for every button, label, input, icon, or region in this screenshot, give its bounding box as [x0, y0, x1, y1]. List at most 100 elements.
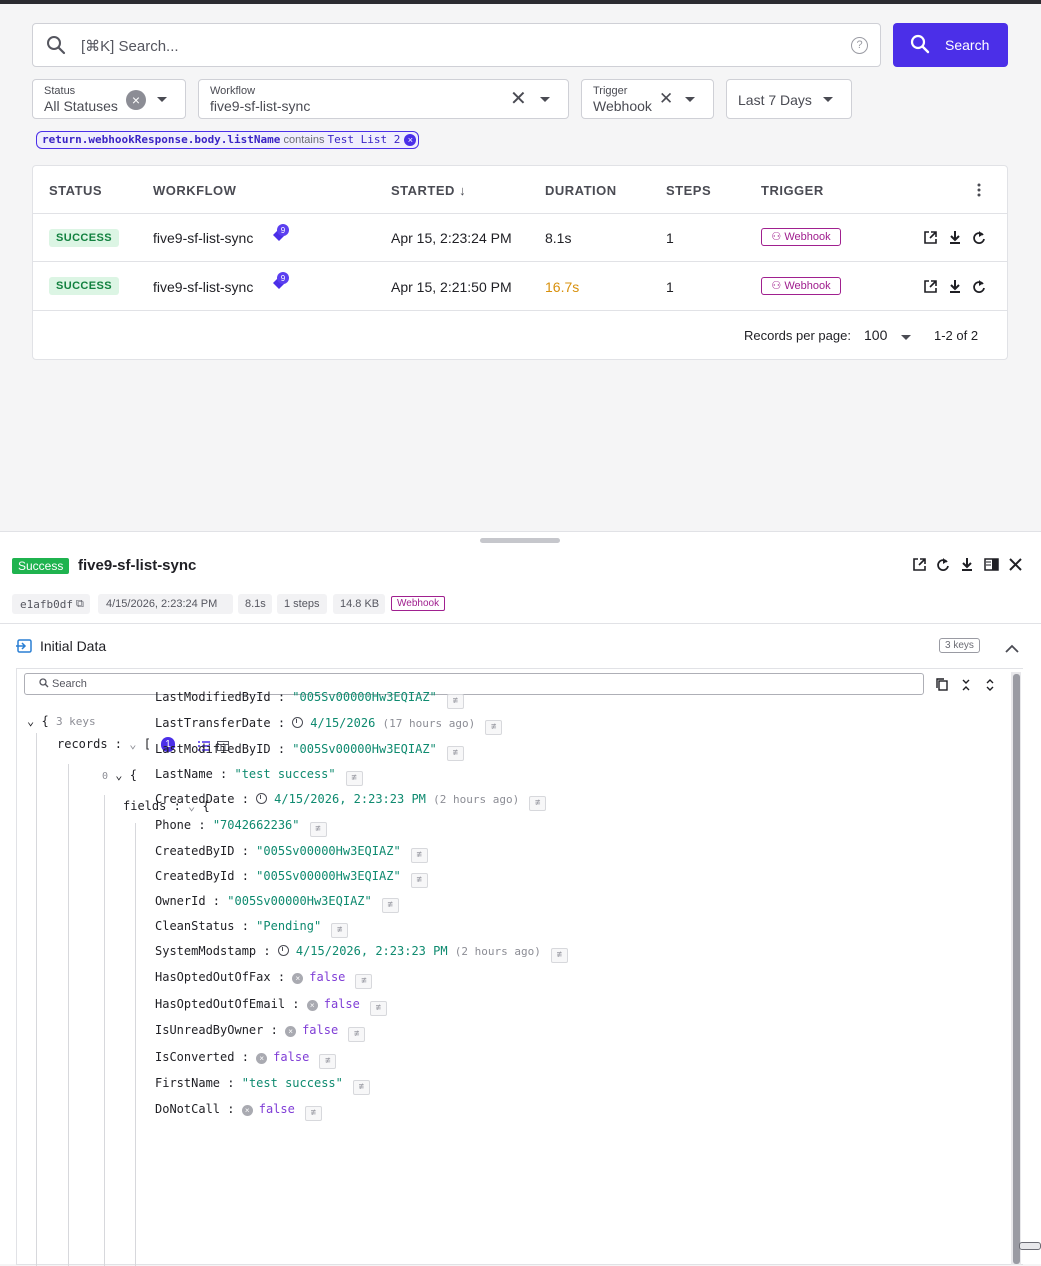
- type-toggle-icon[interactable]: ≢: [319, 1054, 337, 1069]
- chevron-down-icon[interactable]: [823, 97, 833, 102]
- resize-corner[interactable]: [1019, 1242, 1041, 1250]
- kebab-menu-icon[interactable]: [973, 182, 985, 203]
- resize-handle[interactable]: [480, 538, 560, 543]
- json-field-row[interactable]: LastModifiedById : "005Sv00000Hw3EQIAZ" ≢: [155, 690, 464, 709]
- clear-status-icon[interactable]: ×: [126, 90, 146, 110]
- chevron-down-icon[interactable]: [157, 97, 167, 102]
- search-input[interactable]: [⌘K] Search... ?: [32, 23, 881, 67]
- tree-node-index[interactable]: 0 ⌄ {: [102, 768, 137, 782]
- json-field-row[interactable]: CreatedDate : 4/15/2026, 2:23:23 PM (2 h…: [155, 792, 547, 811]
- per-page-select[interactable]: 100: [864, 327, 887, 343]
- section-title[interactable]: Initial Data: [40, 638, 106, 654]
- expand-all-icon[interactable]: [985, 678, 995, 696]
- json-field-row[interactable]: IsUnreadByOwner : × false ≢: [155, 1023, 366, 1042]
- type-toggle-icon[interactable]: ≢: [369, 1001, 387, 1016]
- open-external-icon[interactable]: [923, 279, 938, 299]
- download-icon[interactable]: [960, 557, 974, 577]
- status-filter[interactable]: Status All Statuses ×: [32, 79, 186, 119]
- json-key: LastModifiedByID: [155, 742, 271, 756]
- date-range-filter[interactable]: Last 7 Days: [726, 79, 852, 119]
- json-field-row[interactable]: HasOptedOutOfFax : × false ≢: [155, 970, 373, 989]
- chevron-down-icon[interactable]: [540, 97, 550, 102]
- replay-icon[interactable]: [972, 230, 986, 250]
- scrollbar-thumb[interactable]: [1013, 674, 1020, 1264]
- type-toggle-icon[interactable]: ≢: [550, 948, 568, 963]
- type-toggle-icon[interactable]: ≢: [410, 873, 428, 888]
- json-field-row[interactable]: IsConverted : × false ≢: [155, 1050, 337, 1069]
- replay-icon[interactable]: [936, 557, 950, 577]
- type-toggle-icon[interactable]: ≢: [529, 796, 547, 811]
- remove-filter-icon[interactable]: ×: [404, 134, 417, 146]
- tag-icon[interactable]: 9: [271, 224, 291, 249]
- json-field-row[interactable]: OwnerId : "005Sv00000Hw3EQIAZ" ≢: [155, 894, 399, 913]
- trigger-filter-label: Trigger: [593, 85, 628, 97]
- type-toggle-icon[interactable]: ≢: [331, 923, 349, 938]
- column-header-status[interactable]: STATUS: [49, 183, 102, 198]
- json-field-row[interactable]: Phone : "7042662236" ≢: [155, 818, 327, 837]
- workflow-filter[interactable]: Workflow five9-sf-list-sync ✕: [198, 79, 569, 119]
- json-field-row[interactable]: LastModifiedByID : "005Sv00000Hw3EQIAZ" ≢: [155, 742, 464, 761]
- trigger-filter[interactable]: Trigger Webhook ✕: [581, 79, 714, 119]
- type-toggle-icon[interactable]: ≢: [352, 1080, 370, 1095]
- json-field-row[interactable]: CreatedById : "005Sv00000Hw3EQIAZ" ≢: [155, 869, 428, 888]
- relative-time: (17 hours ago): [382, 717, 476, 730]
- tree-node-records[interactable]: records : ⌄ [: [57, 737, 151, 751]
- download-icon[interactable]: [948, 279, 962, 299]
- json-value: "005Sv00000Hw3EQIAZ": [256, 869, 401, 883]
- json-field-row[interactable]: HasOptedOutOfEmail : × false ≢: [155, 997, 387, 1016]
- json-field-row[interactable]: CleanStatus : "Pending" ≢: [155, 919, 349, 938]
- type-toggle-icon[interactable]: ≢: [446, 746, 464, 761]
- clear-workflow-icon[interactable]: ✕: [510, 89, 527, 109]
- column-header-trigger[interactable]: TRIGGER: [761, 183, 824, 198]
- help-icon[interactable]: ?: [851, 37, 868, 54]
- open-external-icon[interactable]: [923, 230, 938, 250]
- active-filter-chip[interactable]: return.webhookResponse.body.listName con…: [36, 131, 420, 149]
- copy-icon[interactable]: ⧉: [76, 598, 84, 611]
- type-toggle-icon[interactable]: ≢: [446, 694, 464, 709]
- relative-time: (2 hours ago): [454, 945, 541, 958]
- type-toggle-icon[interactable]: ≢: [410, 848, 428, 863]
- chevron-down-icon: ⌄: [115, 768, 123, 782]
- pagination-range: 1-2 of 2: [934, 328, 979, 343]
- tree-node-root[interactable]: ⌄ { 3 keys: [27, 714, 96, 728]
- json-field-row[interactable]: SystemModstamp : 4/15/2026, 2:23:23 PM (…: [155, 944, 568, 963]
- json-field-row[interactable]: DoNotCall : × false ≢: [155, 1102, 322, 1121]
- open-external-icon[interactable]: [912, 557, 927, 577]
- close-icon[interactable]: [1009, 558, 1022, 576]
- collapse-all-icon[interactable]: [961, 678, 971, 696]
- runs-table: STATUS WORKFLOW STARTED ↓ DURATION STEPS…: [32, 165, 1008, 360]
- json-field-row[interactable]: FirstName : "test success" ≢: [155, 1076, 370, 1095]
- json-key: HasOptedOutOfFax: [155, 970, 271, 984]
- type-toggle-icon[interactable]: ≢: [355, 974, 373, 989]
- workflow-name[interactable]: five9-sf-list-sync: [153, 279, 253, 295]
- type-toggle-icon[interactable]: ≢: [485, 720, 503, 735]
- replay-icon[interactable]: [972, 279, 986, 299]
- tag-icon[interactable]: 9: [271, 272, 291, 297]
- clear-trigger-icon[interactable]: ✕: [659, 89, 673, 109]
- download-icon[interactable]: [948, 230, 962, 250]
- run-detail-panel: Success five9-sf-list-sync e1afb0df ⧉ 4/…: [0, 531, 1041, 1266]
- column-header-started[interactable]: STARTED ↓: [391, 183, 466, 198]
- type-toggle-icon[interactable]: ≢: [381, 898, 399, 913]
- chevron-up-icon[interactable]: [1005, 640, 1019, 658]
- search-placeholder: [⌘K] Search...: [81, 38, 179, 55]
- column-header-duration[interactable]: DURATION: [545, 183, 617, 198]
- json-key: IsConverted: [155, 1050, 235, 1064]
- type-toggle-icon[interactable]: ≢: [304, 1106, 322, 1121]
- column-header-steps[interactable]: STEPS: [666, 183, 711, 198]
- type-toggle-icon[interactable]: ≢: [345, 771, 363, 786]
- copy-icon[interactable]: [936, 678, 948, 696]
- type-toggle-icon[interactable]: ≢: [309, 822, 327, 837]
- search-button[interactable]: Search: [893, 23, 1008, 67]
- workflow-name[interactable]: five9-sf-list-sync: [153, 230, 253, 246]
- chevron-down-icon[interactable]: [901, 335, 911, 340]
- type-toggle-icon[interactable]: ≢: [348, 1027, 366, 1042]
- top-bar: [0, 0, 1041, 4]
- json-field-row[interactable]: LastName : "test success" ≢: [155, 767, 363, 786]
- split-view-icon[interactable]: [984, 558, 999, 576]
- json-field-row[interactable]: CreatedByID : "005Sv00000Hw3EQIAZ" ≢: [155, 844, 428, 863]
- chevron-down-icon[interactable]: [685, 97, 695, 102]
- json-field-row[interactable]: LastTransferDate : 4/15/2026 (17 hours a…: [155, 716, 503, 735]
- json-value: 4/15/2026: [310, 716, 376, 730]
- column-header-workflow[interactable]: WORKFLOW: [153, 183, 236, 198]
